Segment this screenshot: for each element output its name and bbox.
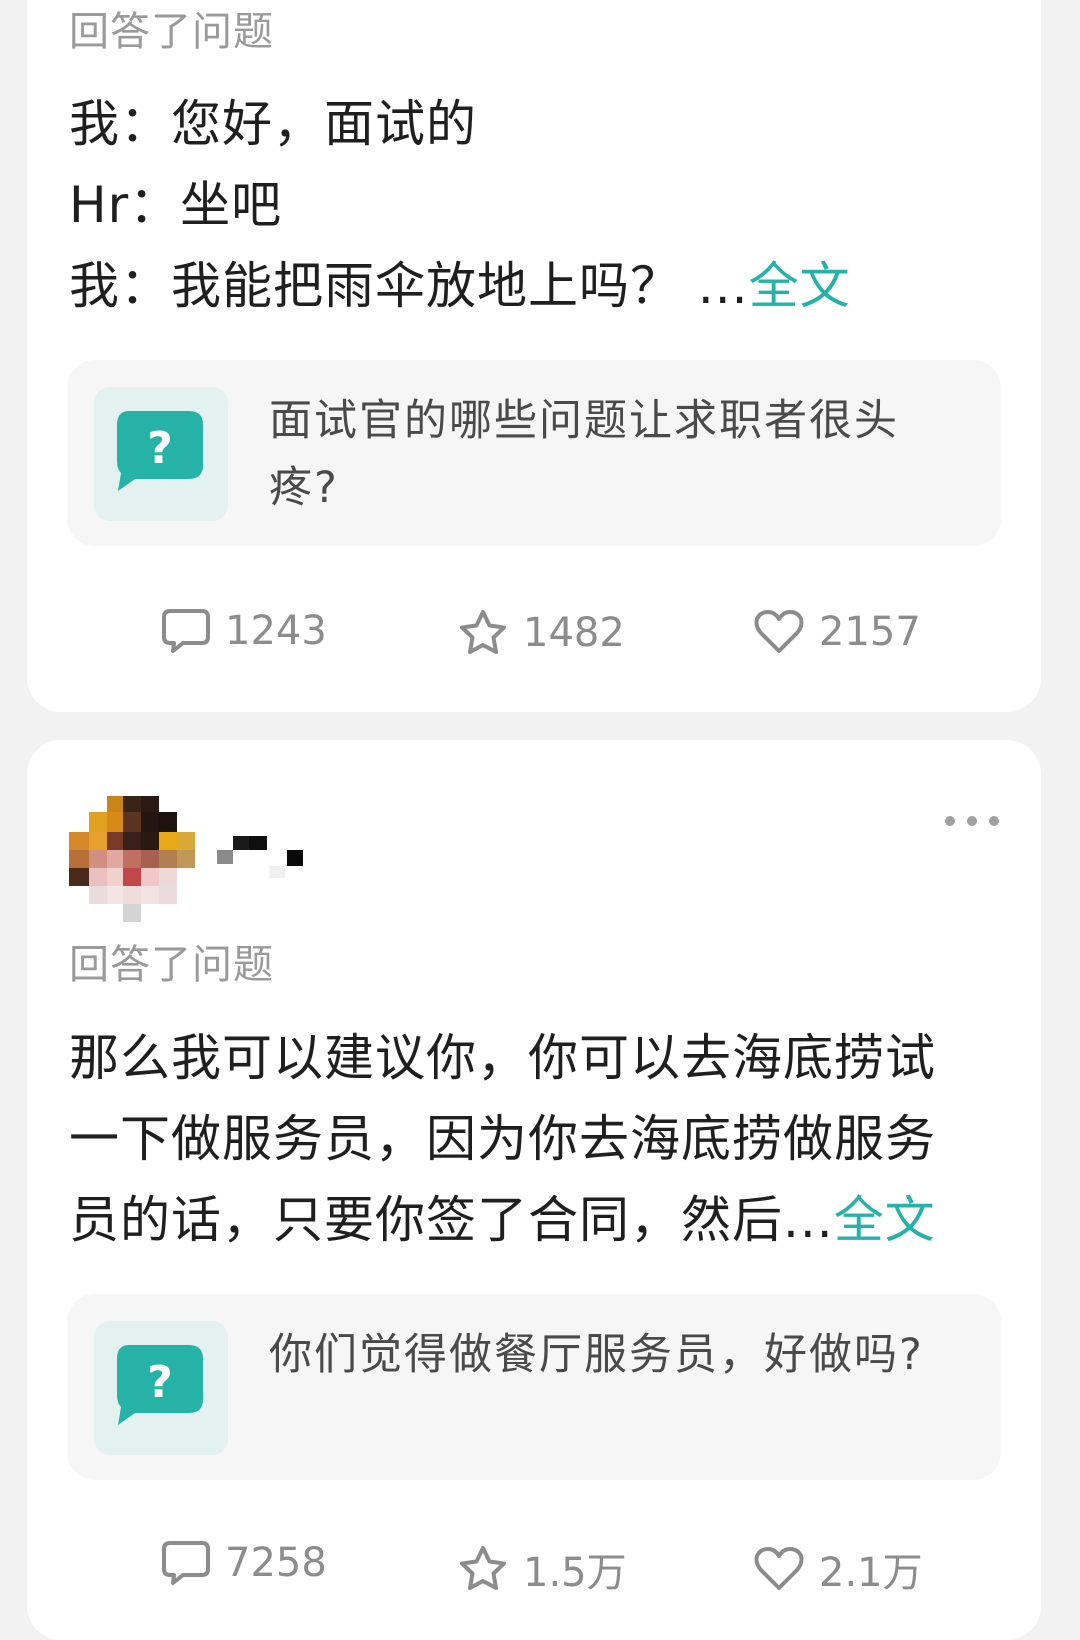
question-icon-container: ? <box>94 1321 228 1455</box>
question-link[interactable]: ? 你们觉得做餐厅服务员，好做吗? <box>67 1294 1001 1480</box>
excerpt-text: 员的话，只要你签了合同，然后... <box>69 1191 834 1249</box>
excerpt-line: 一下做服务员，因为你去海底捞做服务 <box>69 1110 936 1168</box>
like-button[interactable]: 2157 <box>753 608 921 656</box>
heart-icon <box>754 1547 804 1590</box>
username-blurred[interactable] <box>213 832 313 884</box>
full-text-link[interactable]: 全文 <box>834 1191 936 1249</box>
full-text-link[interactable]: 全文 <box>749 257 851 315</box>
excerpt-line-last: 员的话，只要你签了合同，然后...全文 <box>69 1180 1009 1261</box>
like-count: 2.1万 <box>819 1550 923 1596</box>
favorite-button[interactable]: 1482 <box>457 608 625 658</box>
like-button[interactable]: 2.1万 <box>753 1540 923 1598</box>
comment-count: 1243 <box>225 608 327 654</box>
more-dots-icon[interactable] <box>945 812 1001 830</box>
answer-excerpt[interactable]: 那么我可以建议你，你可以去海底捞试 一下做服务员，因为你去海底捞做服务 员的话，… <box>69 1018 1009 1261</box>
question-title: 面试官的哪些问题让求职者很头疼? <box>269 396 899 513</box>
excerpt-text: 我：我能把雨伞放地上吗？ ... <box>69 257 749 315</box>
comment-icon <box>162 1541 210 1585</box>
comment-button[interactable]: 7258 <box>161 1540 327 1586</box>
like-count: 2157 <box>819 609 921 655</box>
comment-count: 7258 <box>225 1540 327 1586</box>
question-title: 你们觉得做餐厅服务员，好做吗? <box>269 1330 924 1380</box>
question-icon-container: ? <box>94 387 228 521</box>
comment-icon <box>162 609 210 653</box>
excerpt-line: 那么我可以建议你，你可以去海底捞试 <box>69 1029 936 1087</box>
svg-text:?: ? <box>147 423 173 474</box>
action-text: 回答了问题 <box>69 9 274 55</box>
svg-text:?: ? <box>147 1357 173 1408</box>
answer-card[interactable]: 回答了问题 我：您好，面试的 Hr：坐吧 我：我能把雨伞放地上吗？ ...全文 … <box>27 0 1041 712</box>
star-icon <box>460 1546 506 1590</box>
favorite-count: 1.5万 <box>523 1550 627 1596</box>
excerpt-line: 我：您好，面试的 <box>69 95 477 153</box>
question-link[interactable]: ? 面试官的哪些问题让求职者很头疼? <box>67 360 1001 546</box>
star-icon <box>460 610 506 654</box>
question-bubble-icon: ? <box>117 411 203 491</box>
excerpt-line-last: 我：我能把雨伞放地上吗？ ...全文 <box>69 246 1009 327</box>
action-text: 回答了问题 <box>69 942 274 988</box>
answer-card[interactable]: 回答了问题 那么我可以建议你，你可以去海底捞试 一下做服务员，因为你去海底捞做服… <box>27 740 1041 1640</box>
excerpt-line: Hr：坐吧 <box>69 176 283 234</box>
favorite-button[interactable]: 1.5万 <box>457 1540 627 1598</box>
favorite-count: 1482 <box>523 610 625 656</box>
avatar[interactable] <box>69 796 209 926</box>
question-bubble-icon: ? <box>117 1345 203 1425</box>
comment-button[interactable]: 1243 <box>161 608 327 654</box>
answer-excerpt[interactable]: 我：您好，面试的 Hr：坐吧 我：我能把雨伞放地上吗？ ...全文 <box>69 84 1009 327</box>
heart-icon <box>754 610 804 653</box>
